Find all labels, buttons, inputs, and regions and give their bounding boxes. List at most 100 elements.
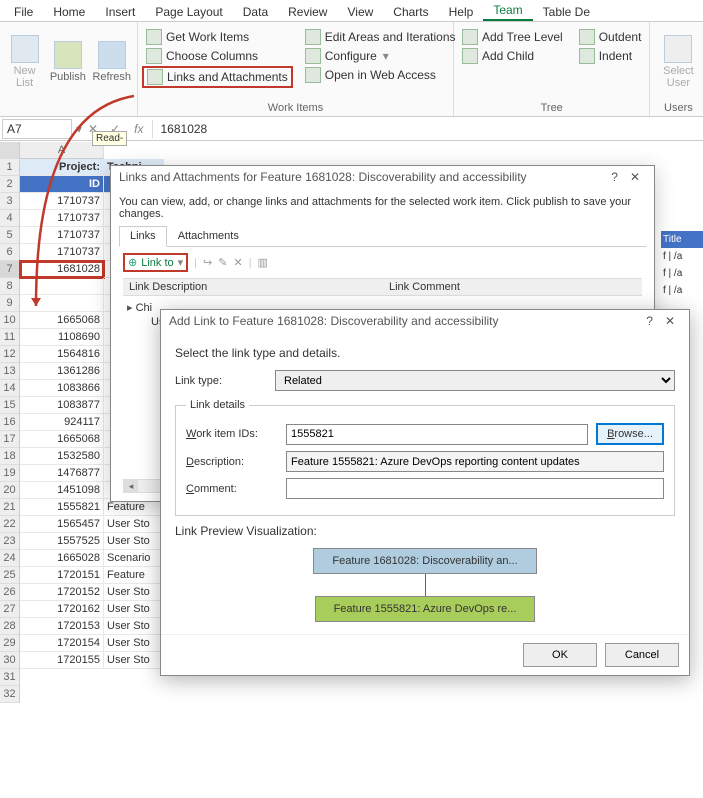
row-header[interactable]: 31 xyxy=(0,669,20,686)
edit-icon[interactable]: ✎ xyxy=(218,256,227,269)
dialog1-title: Links and Attachments for Feature 168102… xyxy=(119,170,527,184)
dialog2-help-button[interactable]: ? xyxy=(640,314,659,328)
refresh-button[interactable]: Refresh xyxy=(90,24,133,100)
row-header[interactable]: 15 xyxy=(0,397,20,414)
configure-button[interactable]: Configure▾ xyxy=(301,47,460,65)
dialog1-close-button[interactable]: ✕ xyxy=(624,170,646,184)
delete-icon[interactable]: ✕ xyxy=(233,256,242,269)
row-header[interactable]: 14 xyxy=(0,380,20,397)
row-header[interactable]: 9 xyxy=(0,295,20,312)
redo-icon[interactable]: ↪ xyxy=(203,256,212,269)
row-header[interactable]: 13 xyxy=(0,363,20,380)
web-icon xyxy=(305,67,321,83)
row-header[interactable]: 21 xyxy=(0,499,20,516)
refresh-icon xyxy=(98,41,126,69)
outdent-button[interactable]: Outdent xyxy=(575,28,646,46)
row-header[interactable]: 2 xyxy=(0,176,20,193)
row-header[interactable]: 3 xyxy=(0,193,20,210)
row-header[interactable]: 12 xyxy=(0,346,20,363)
description-label: Description: xyxy=(186,456,278,468)
cancel-button[interactable]: Cancel xyxy=(605,643,679,667)
tab-review[interactable]: Review xyxy=(278,3,337,21)
dialog2-title: Add Link to Feature 1681028: Discoverabi… xyxy=(169,314,499,328)
add-tree-level-button[interactable]: Add Tree Level xyxy=(458,28,567,46)
row-header[interactable]: 18 xyxy=(0,448,20,465)
link-to-button[interactable]: ⊕Link to▾ xyxy=(123,253,188,272)
tab-view[interactable]: View xyxy=(337,3,383,21)
links-attachments-button[interactable]: Links and Attachments xyxy=(142,66,293,88)
row-header[interactable]: 5 xyxy=(0,227,20,244)
publish-button[interactable]: Publish xyxy=(47,24,88,100)
edit-areas-button[interactable]: Edit Areas and Iterations xyxy=(301,28,460,46)
indent-button[interactable]: Indent xyxy=(575,47,646,65)
tab-file[interactable]: File xyxy=(4,3,43,21)
indent-icon xyxy=(579,48,595,64)
row-header[interactable]: 25 xyxy=(0,567,20,584)
row-header[interactable]: 6 xyxy=(0,244,20,261)
row-header[interactable]: 20 xyxy=(0,482,20,499)
download-icon xyxy=(146,29,162,45)
add-child-button[interactable]: Add Child xyxy=(458,47,567,65)
row-header[interactable]: 8 xyxy=(0,278,20,295)
spreadsheet: 1234567891011121314151617181920212223242… xyxy=(0,142,20,703)
row-header[interactable]: 4 xyxy=(0,210,20,227)
scroll-left-icon[interactable]: ◂ xyxy=(124,480,138,492)
row-header[interactable]: 7 xyxy=(0,261,20,278)
formula-value[interactable]: 1681028 xyxy=(152,120,703,138)
new-list-button[interactable]: New List xyxy=(4,24,45,100)
list-icon xyxy=(11,35,39,63)
row-header[interactable]: 23 xyxy=(0,533,20,550)
menu-tabs: File Home Insert Page Layout Data Review… xyxy=(0,0,703,22)
users-group-label: Users xyxy=(654,100,702,116)
fx-icon[interactable]: fx xyxy=(126,122,151,136)
attachments-tab[interactable]: Attachments xyxy=(167,226,250,246)
title-column-sliver: Title f | /a f | /a f | /a xyxy=(661,231,703,299)
row-header[interactable]: 11 xyxy=(0,329,20,346)
select-user-button[interactable]: Select User xyxy=(654,24,702,100)
preview-label: Link Preview Visualization: xyxy=(175,524,675,538)
row-header[interactable]: 10 xyxy=(0,312,20,329)
work-items-group-label: Work Items xyxy=(142,100,449,116)
tab-insert[interactable]: Insert xyxy=(95,3,145,21)
tab-data[interactable]: Data xyxy=(233,3,278,21)
comment-input[interactable] xyxy=(286,478,664,499)
row-header[interactable]: 24 xyxy=(0,550,20,567)
dialog1-help-button[interactable]: ? xyxy=(605,170,624,184)
choose-columns-button[interactable]: Choose Columns xyxy=(142,47,293,65)
tab-home[interactable]: Home xyxy=(43,3,95,21)
tab-table-design[interactable]: Table De xyxy=(533,3,600,21)
tab-help[interactable]: Help xyxy=(439,3,484,21)
row-header[interactable]: 28 xyxy=(0,618,20,635)
tab-charts[interactable]: Charts xyxy=(383,3,438,21)
link-description-header[interactable]: Link Description xyxy=(123,281,383,293)
columns-toolbar-icon[interactable]: ▥ xyxy=(258,256,268,269)
link-details-fieldset: Link details Work item IDs: Browse... De… xyxy=(175,399,675,516)
tree-group-label: Tree xyxy=(458,100,645,116)
ok-button[interactable]: OK xyxy=(523,643,597,667)
row-headers: 1234567891011121314151617181920212223242… xyxy=(0,142,20,703)
link-comment-header[interactable]: Link Comment xyxy=(383,281,466,293)
links-tab[interactable]: Links xyxy=(119,226,167,247)
row-header[interactable]: 16 xyxy=(0,414,20,431)
row-header[interactable]: 1 xyxy=(0,159,20,176)
work-item-ids-input[interactable] xyxy=(286,424,588,445)
row-header[interactable]: 22 xyxy=(0,516,20,533)
row-header[interactable]: 27 xyxy=(0,601,20,618)
dialog2-instruction: Select the link type and details. xyxy=(175,346,675,360)
dialog2-close-button[interactable]: ✕ xyxy=(659,314,681,328)
link-type-select[interactable]: Related xyxy=(275,370,675,391)
row-header[interactable]: 19 xyxy=(0,465,20,482)
tab-page-layout[interactable]: Page Layout xyxy=(145,3,232,21)
open-web-button[interactable]: Open in Web Access xyxy=(301,66,460,84)
tab-team[interactable]: Team xyxy=(483,1,532,21)
tree-level-icon xyxy=(462,29,478,45)
browse-button[interactable]: Browse... xyxy=(596,423,664,445)
get-work-items-button[interactable]: Get Work Items xyxy=(142,28,293,46)
row-header[interactable]: 17 xyxy=(0,431,20,448)
row-header[interactable]: 32 xyxy=(0,686,20,703)
description-input xyxy=(286,451,664,472)
name-box[interactable]: A7 xyxy=(2,119,72,139)
row-header[interactable]: 29 xyxy=(0,635,20,652)
row-header[interactable]: 30 xyxy=(0,652,20,669)
row-header[interactable]: 26 xyxy=(0,584,20,601)
